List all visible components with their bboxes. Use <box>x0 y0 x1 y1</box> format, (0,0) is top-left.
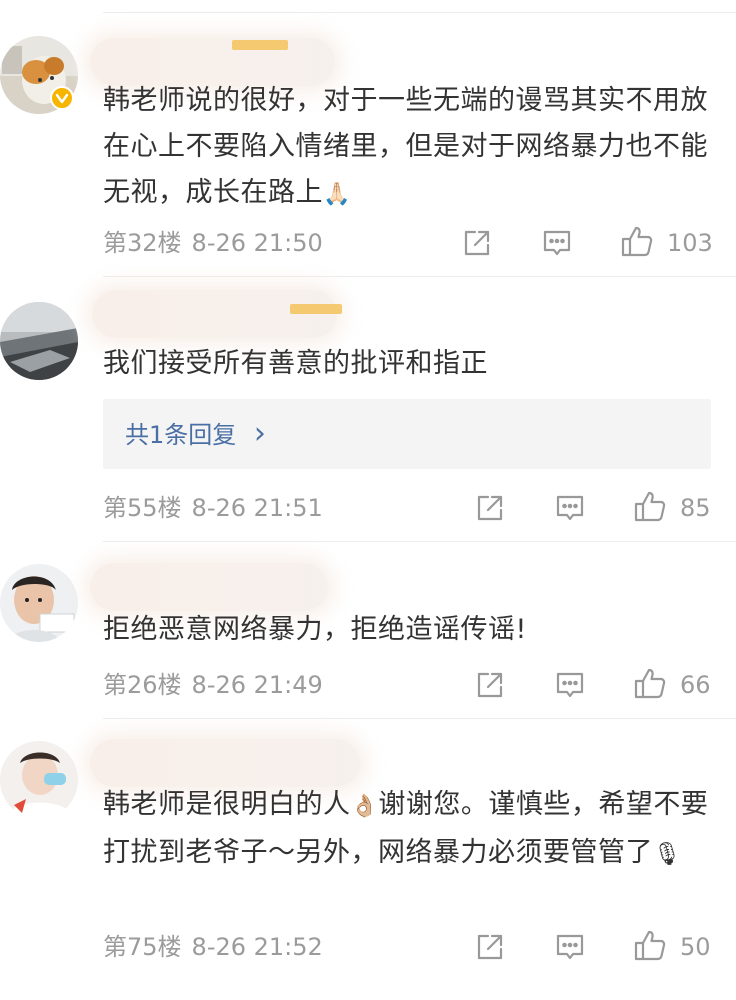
share-icon[interactable] <box>474 931 506 963</box>
timestamp: 8-26 21:50 <box>191 229 323 257</box>
avatar[interactable] <box>0 302 78 380</box>
comment-icon[interactable] <box>554 669 586 701</box>
comment-meta: 第55楼 8-26 21:51 <box>103 493 323 523</box>
comment-text: 拒绝恶意网络暴力，拒绝造谣传谣! <box>103 614 527 645</box>
timestamp: 8-26 21:49 <box>191 671 323 699</box>
microphone-emoji: 🎙 <box>653 842 682 867</box>
timestamp: 8-26 21:51 <box>191 494 323 522</box>
share-icon[interactable] <box>461 227 493 259</box>
reply-thread-link[interactable]: 共1条回复 › <box>103 399 711 469</box>
thumbs-up-icon[interactable] <box>620 225 653 257</box>
username-redacted[interactable] <box>90 739 360 787</box>
comment-icon[interactable] <box>554 492 586 524</box>
avatar[interactable] <box>0 741 78 819</box>
avatar[interactable] <box>0 564 78 642</box>
comment-meta: 第75楼 8-26 21:52 <box>103 932 323 962</box>
share-icon[interactable] <box>474 669 506 701</box>
top-divider <box>103 12 736 13</box>
floor-number: 第32楼 <box>103 229 182 257</box>
divider <box>103 541 736 542</box>
chevron-right-icon: › <box>253 416 266 451</box>
like-count: 66 <box>680 671 711 699</box>
reply-count-label[interactable]: 共1条回复 › <box>125 399 266 470</box>
like-count: 85 <box>680 494 711 522</box>
divider <box>103 718 736 719</box>
user-badge <box>232 40 288 50</box>
like-count: 50 <box>680 933 711 961</box>
comment-text: 我们接受所有善意的批评和指正 <box>103 348 488 379</box>
thumbs-up-icon[interactable] <box>633 667 666 699</box>
thumbs-up-icon[interactable] <box>633 490 666 522</box>
comment-text: 韩老师说的很好，对于一些无端的谩骂其实不用放在心上不要陷入情绪里，但是对于网络暴… <box>103 85 708 208</box>
comment-icon[interactable] <box>541 227 573 259</box>
verified-badge-icon <box>50 86 74 110</box>
floor-number: 第26楼 <box>103 671 182 699</box>
like-count: 103 <box>667 229 713 257</box>
floor-number: 第55楼 <box>103 494 182 522</box>
comment-meta: 第32楼 8-26 21:50 <box>103 228 323 258</box>
floor-number: 第75楼 <box>103 933 182 961</box>
comment-text: 韩老师是很明白的人👌🏼谢谢您。谨慎些，希望不要打扰到老爷子～另外，网络暴力必须要… <box>103 789 709 868</box>
divider <box>103 276 736 277</box>
timestamp: 8-26 21:52 <box>191 933 323 961</box>
user-badge <box>290 304 342 314</box>
share-icon[interactable] <box>474 492 506 524</box>
username-redacted[interactable] <box>90 563 328 611</box>
thumbs-up-icon[interactable] <box>633 929 666 961</box>
username-redacted[interactable] <box>92 290 337 338</box>
comment-icon[interactable] <box>554 931 586 963</box>
praying-hands-emoji: 🙏🏻 <box>323 182 351 207</box>
ok-hand-emoji: 👌🏼 <box>350 794 379 819</box>
comment-meta: 第26楼 8-26 21:49 <box>103 670 323 700</box>
